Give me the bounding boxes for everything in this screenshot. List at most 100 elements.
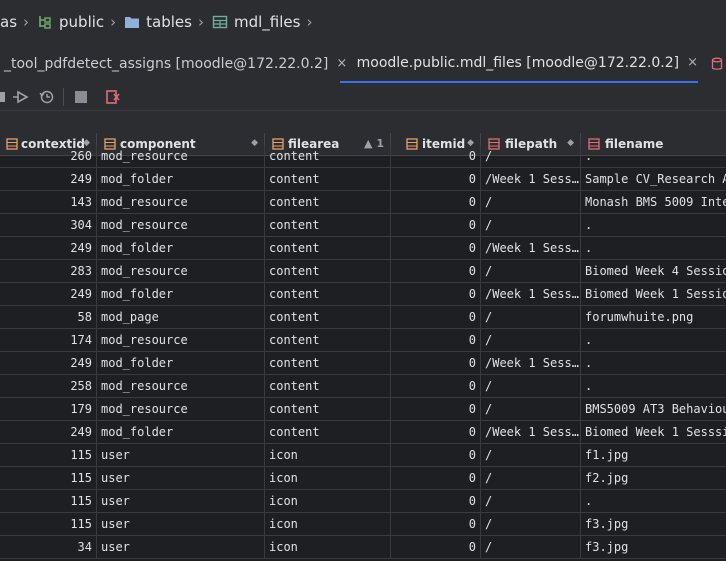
cell-itemid[interactable]: 0 [391,467,481,489]
cell-component[interactable]: mod_folder [97,283,265,305]
cell-filename[interactable]: Biomed Week 1 Sessio [581,283,726,305]
table-row[interactable]: 115 user icon 0/f1.jpg [0,444,726,467]
cell-contextid[interactable]: 179 [0,398,97,420]
cell-filepath[interactable]: / [481,490,581,512]
cell-contextid[interactable]: 249 [0,237,97,259]
cell-filename[interactable]: forumwhuite.png [581,306,726,328]
cell-component[interactable]: mod_resource [97,260,265,282]
table-row[interactable]: 115 user icon 0/f3.jpg [0,513,726,536]
cell-filepath[interactable]: / [481,513,581,535]
cell-filearea[interactable]: content [265,352,391,374]
cell-filearea[interactable]: icon [265,467,391,489]
execute-icon[interactable] [12,88,30,106]
cancel-query-icon[interactable] [104,88,122,106]
cell-component[interactable]: mod_resource [97,329,265,351]
cell-filename[interactable]: f3.jpg [581,513,726,535]
cell-filepath[interactable]: / [481,260,581,282]
table-row[interactable]: 249 mod_folder content 0/Week 1 Sess…. [0,237,726,260]
cell-component[interactable]: user [97,536,265,558]
cell-component[interactable]: mod_resource [97,214,265,236]
cell-component[interactable]: mod_page [97,306,265,328]
cell-filename[interactable]: f3.jpg [581,536,726,558]
cell-filepath[interactable]: /Week 1 Sess… [481,421,581,443]
cell-filename[interactable]: f2.jpg [581,467,726,489]
cell-filearea[interactable]: content [265,329,391,351]
cell-itemid[interactable]: 0 [391,352,481,374]
cell-filename[interactable]: . [581,352,726,374]
cell-contextid[interactable]: 249 [0,352,97,374]
cell-filepath[interactable]: / [481,145,581,167]
table-row[interactable]: 179 mod_resource content 0/BMS5009 AT3 Beha… [0,398,726,421]
cell-filepath[interactable]: /Week 1 Sess… [481,237,581,259]
cell-contextid[interactable]: 115 [0,490,97,512]
cell-filename[interactable]: . [581,237,726,259]
cell-filename[interactable]: . [581,490,726,512]
breadcrumb-item-tables[interactable]: tables › [124,13,212,31]
cell-itemid[interactable]: 0 [391,260,481,282]
cell-component[interactable]: user [97,444,265,466]
breadcrumb-item-schema[interactable]: public › [37,13,124,31]
table-row[interactable]: 258 mod_resource content 0/. [0,375,726,398]
table-row[interactable]: 115 user icon 0/f2.jpg [0,467,726,490]
cell-component[interactable]: mod_resource [97,191,265,213]
cell-filename[interactable]: . [581,214,726,236]
cell-itemid[interactable]: 0 [391,375,481,397]
cell-filepath[interactable]: / [481,329,581,351]
cell-contextid[interactable]: 249 [0,283,97,305]
tab-pdfdetect-assigns[interactable]: _tool_pdfdetect_assigns [moodle@172.22.0… [0,44,347,83]
tab-next[interactable] [706,44,726,83]
cell-filearea[interactable]: content [265,145,391,167]
cell-contextid[interactable]: 115 [0,513,97,535]
cell-filearea[interactable]: icon [265,536,391,558]
cell-itemid[interactable]: 0 [391,168,481,190]
cell-filearea[interactable]: content [265,421,391,443]
cell-itemid[interactable]: 0 [391,191,481,213]
cell-contextid[interactable]: 258 [0,375,97,397]
cell-filepath[interactable]: / [481,191,581,213]
cell-filearea[interactable]: content [265,214,391,236]
cell-contextid[interactable]: 260 [0,145,97,167]
cell-itemid[interactable]: 0 [391,145,481,167]
cell-contextid[interactable]: 174 [0,329,97,351]
cell-filearea[interactable]: content [265,398,391,420]
table-row[interactable]: 143 mod_resource content 0/Monash BMS 5009 … [0,191,726,214]
cell-component[interactable]: user [97,513,265,535]
cell-filearea[interactable]: content [265,168,391,190]
cell-component[interactable]: mod_folder [97,237,265,259]
table-row[interactable]: 260 mod_resource content 0/. [0,145,726,168]
cell-itemid[interactable]: 0 [391,237,481,259]
cell-filepath[interactable]: / [481,467,581,489]
cell-component[interactable]: user [97,467,265,489]
cell-filepath[interactable]: /Week 1 Sess… [481,352,581,374]
table-row[interactable]: 304 mod_resource content 0/. [0,214,726,237]
table-row[interactable]: 283 mod_resource content 0/Biomed Week 4 Se… [0,260,726,283]
history-icon[interactable] [38,88,56,106]
table-row[interactable]: 249 mod_folder content 0/Week 1 Sess… Biomed… [0,421,726,444]
cell-filepath[interactable]: / [481,306,581,328]
cell-filename[interactable]: Sample CV_Research A [581,168,726,190]
cell-filename[interactable]: . [581,329,726,351]
cell-contextid[interactable]: 58 [0,306,97,328]
cell-component[interactable]: user [97,490,265,512]
cell-filepath[interactable]: / [481,214,581,236]
cell-component[interactable]: mod_resource [97,145,265,167]
table-row[interactable]: 249 mod_folder content 0/Week 1 Sess… Sample… [0,168,726,191]
cell-filename[interactable]: BMS5009 AT3 Behaviou [581,398,726,420]
cell-filearea[interactable]: content [265,306,391,328]
cell-filearea[interactable]: content [265,191,391,213]
cell-contextid[interactable]: 115 [0,467,97,489]
filter-bar[interactable] [0,110,726,134]
cell-filearea[interactable]: icon [265,513,391,535]
cell-component[interactable]: mod_folder [97,421,265,443]
cell-contextid[interactable]: 304 [0,214,97,236]
close-icon[interactable]: × [687,55,698,70]
cell-itemid[interactable]: 0 [391,513,481,535]
transaction-icon[interactable] [0,88,12,106]
cell-itemid[interactable]: 0 [391,398,481,420]
cell-itemid[interactable]: 0 [391,283,481,305]
cell-filearea[interactable]: content [265,283,391,305]
cell-filename[interactable]: . [581,375,726,397]
cell-filearea[interactable]: icon [265,444,391,466]
cell-filepath[interactable]: / [481,536,581,558]
table-row[interactable]: 174 mod_resource content 0/. [0,329,726,352]
